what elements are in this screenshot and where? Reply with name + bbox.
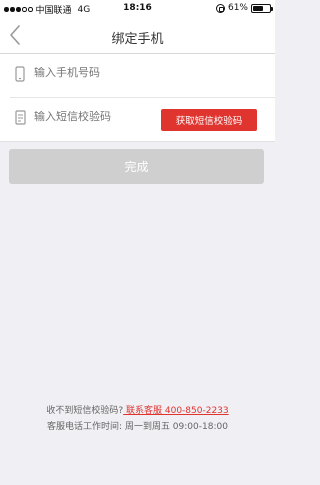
nav-bar: 绑定手机 <box>0 18 275 54</box>
battery-percent: 61% <box>227 3 248 13</box>
phone-input[interactable] <box>34 67 154 79</box>
get-sms-code-button[interactable]: 获取短信校验码 <box>161 109 257 131</box>
page-title: 绑定手机 <box>111 32 164 47</box>
status-right: 61% <box>215 3 273 13</box>
battery-icon <box>251 3 273 13</box>
support-footer: 收不到短信校验码? 联系客服 400-850-2233 客服电话工作时间: 周一… <box>0 403 275 435</box>
bind-phone-form: 获取短信校验码 <box>0 54 275 142</box>
no-code-prompt: 收不到短信校验码? <box>46 406 124 416</box>
status-bar: 中国联通 4G 18:16 61% <box>0 0 275 18</box>
phone-icon <box>15 66 25 86</box>
rotation-lock-icon <box>215 3 225 13</box>
sms-code-input[interactable] <box>34 111 154 123</box>
message-code-icon <box>15 110 27 130</box>
done-button[interactable]: 完成 <box>9 149 264 184</box>
support-hours: 客服电话工作时间: 周一到周五 09:00-18:00 <box>47 422 228 432</box>
code-row: 获取短信校验码 <box>0 98 275 142</box>
contact-support-link[interactable]: 联系客服 400-850-2233 <box>123 406 229 416</box>
support-line: 收不到短信校验码? 联系客服 400-850-2233 <box>0 403 275 419</box>
battery-level <box>253 5 263 11</box>
phone-row <box>0 54 275 98</box>
